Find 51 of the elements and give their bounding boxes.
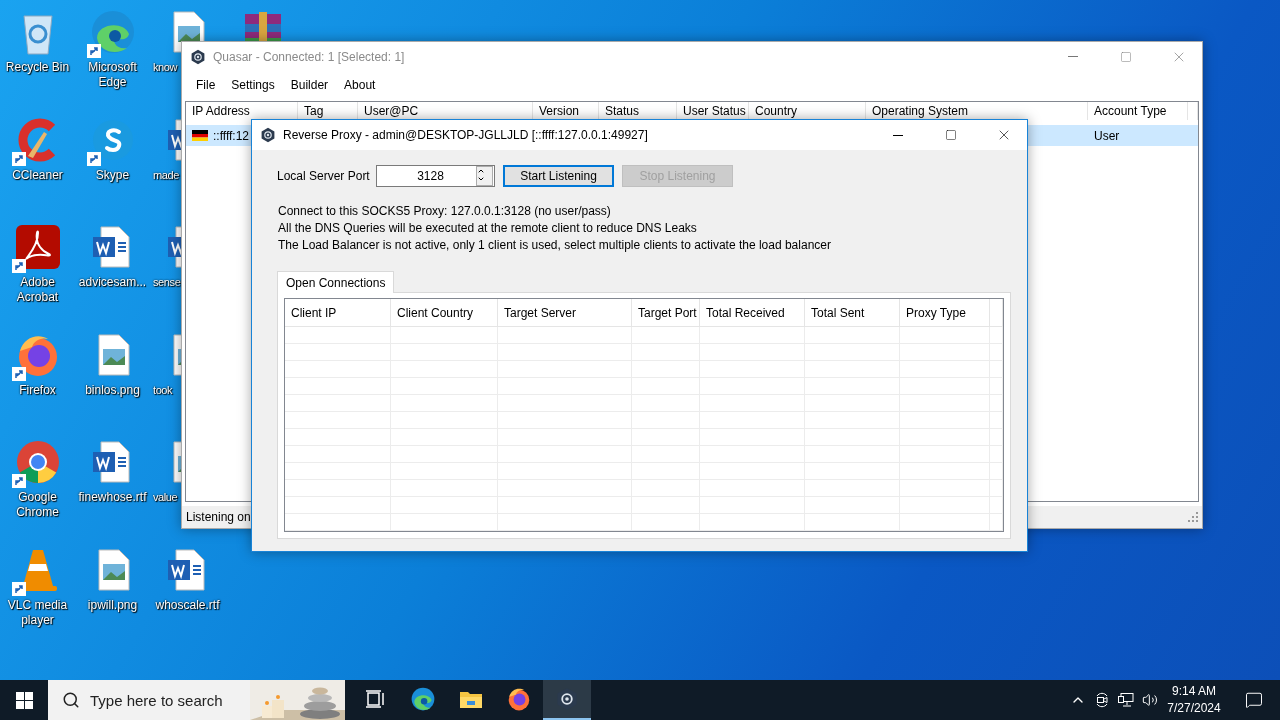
column-header[interactable]: Proxy Type [900,299,990,326]
menu-item[interactable]: About [336,73,384,96]
info-text: The Load Balancer is not active, only 1 client is used, select multiple clients to activate the load balancer [278,237,832,254]
desktop-icon-label[interactable]: whoscale.rtf [155,597,220,613]
resize-grip-icon [1188,512,1198,522]
toolbar-button[interactable]: Start Listening [503,164,614,187]
camera-icon [1094,692,1110,708]
task-view-icon [365,690,385,708]
swirl-icon [410,686,436,712]
search-icon [62,691,80,709]
maximize-icon [945,129,957,141]
speaker-icon [1142,692,1158,708]
port-label: Local Server Port [277,168,371,183]
folder-icon [459,689,483,709]
status-text: Listening on [186,510,251,524]
column-header[interactable]: Client IP [285,299,391,326]
column-header[interactable]: Account Type [1088,102,1188,120]
menu-item[interactable]: Builder [282,73,337,96]
port-field[interactable]: 3128 [376,164,495,187]
info-text: Connect to this SOCKS5 Proxy: 127.0.0.1:3128 (no user/pass) [278,203,612,220]
taskbar-app-button[interactable] [543,680,591,720]
windows-logo-icon [15,691,33,709]
app-logo-icon [260,127,276,143]
date-text: 7/27/2024 [1167,700,1221,717]
fox-globe-icon [506,686,532,712]
column-header[interactable]: Target Server [498,299,632,326]
menu-item[interactable]: File [188,73,224,96]
ip-address: ::ffff:12 [213,128,250,143]
window-title: Reverse Proxy - admin@DESKTOP-JGLLJLD [::ffff:127.0.0.1:49927] [283,128,649,142]
column-header[interactable]: Total Sent [805,299,900,326]
desktop-icon-label[interactable]: ipwill.png [87,597,138,613]
minimize-icon [1068,56,1078,57]
column-header[interactable]: Target Port [632,299,700,326]
column-header[interactable]: Total Received [700,299,805,326]
table-cell-text: User [1093,127,1121,145]
clock[interactable]: 9:14 AM 7/27/2024 [1162,680,1226,720]
tab[interactable]: Open Connections [277,271,395,293]
window-title: Quasar - Connected: 1 [Selected: 1] [213,49,406,64]
time-text: 9:14 AM [1172,683,1216,700]
app-logo-icon [555,687,579,711]
column-header[interactable]: Client Country [391,299,498,326]
search-field[interactable]: Type here to search [48,680,345,720]
network-icon [1117,692,1135,708]
info-text: All the DNS Queries will be executed at the remote client to reduce DNS Leaks [278,220,698,237]
notification-icon [1245,691,1263,709]
maximize-icon [1120,50,1132,63]
menu-item[interactable]: Settings [223,73,283,96]
app-logo-icon [190,48,206,65]
flag-icon [192,130,208,141]
pdf-icon [13,223,62,272]
minimize-icon [893,134,903,136]
